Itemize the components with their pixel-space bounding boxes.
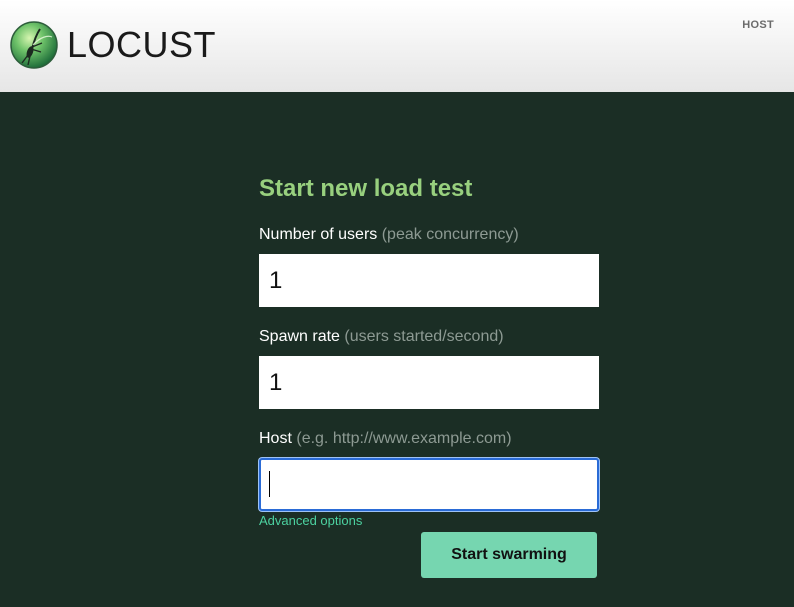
form-title: Start new load test: [259, 175, 473, 202]
locust-logo-icon: [10, 21, 58, 69]
host-label-text: Host: [259, 430, 292, 447]
users-input[interactable]: [259, 254, 599, 307]
host-input-wrapper: [259, 458, 599, 511]
users-label-hint: (peak concurrency): [381, 226, 519, 243]
spawn-rate-field-label: Spawn rate (users started/second): [259, 328, 504, 346]
advanced-options-link[interactable]: Advanced options: [259, 513, 362, 528]
host-header-label: HOST: [742, 19, 774, 31]
spawn-rate-label-text: Spawn rate: [259, 328, 340, 345]
spawn-rate-label-hint: (users started/second): [344, 328, 504, 345]
locust-logo: LOCUST: [10, 21, 216, 69]
logo-text: LOCUST: [67, 24, 217, 65]
top-header: LOCUST HOST: [0, 0, 794, 92]
spawn-rate-input[interactable]: [259, 356, 599, 409]
users-label-text: Number of users: [259, 226, 378, 243]
host-label-hint: (e.g. http://www.example.com): [296, 430, 512, 447]
users-field-label: Number of users (peak concurrency): [259, 226, 519, 244]
text-caret: [269, 471, 270, 497]
start-swarming-button[interactable]: Start swarming: [421, 532, 597, 578]
host-input[interactable]: [259, 458, 599, 511]
host-field-label: Host (e.g. http://www.example.com): [259, 430, 512, 448]
